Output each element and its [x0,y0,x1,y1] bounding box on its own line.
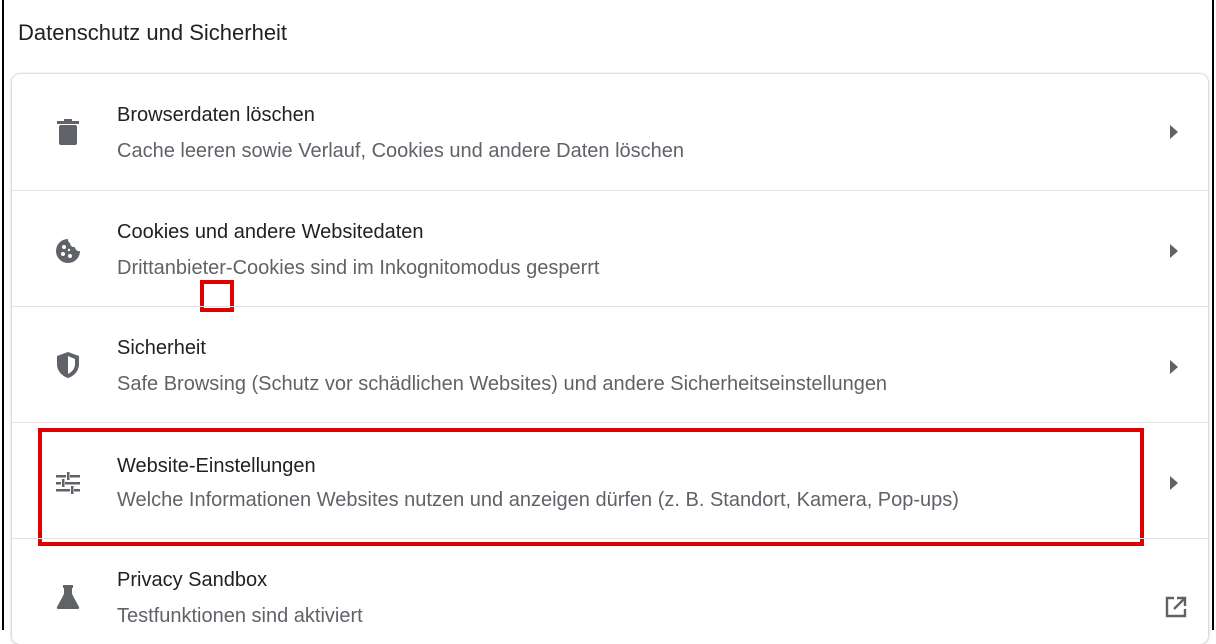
cookie-icon [54,237,82,265]
row-subtitle: Welche Informationen Websites nutzen und… [117,489,959,511]
row-privacy-sandbox[interactable]: Privacy Sandbox Testfunktionen sind akti… [12,538,1208,631]
external-link-icon[interactable] [1164,595,1188,619]
row-clear-browsing-data[interactable]: Browserdaten löschen Cache leeren sowie … [12,74,1208,190]
row-site-settings[interactable]: Website-Einstellungen Welche Information… [12,422,1208,539]
arrow-right-icon[interactable] [1164,241,1184,261]
arrow-right-icon[interactable] [1164,473,1184,493]
row-subtitle: Testfunktionen sind aktiviert [117,605,363,627]
row-subtitle: Drittanbieter-Cookies sind im Inkognitom… [117,257,600,279]
row-title: Cookies und andere Websitedaten [117,221,424,243]
shield-icon [54,351,82,379]
tune-sliders-icon [54,469,82,497]
row-title: Website-Einstellungen [117,455,316,477]
row-title: Sicherheit [117,337,206,359]
arrow-right-icon[interactable] [1164,357,1184,377]
row-security[interactable]: Sicherheit Safe Browsing (Schutz vor sch… [12,306,1208,423]
arrow-right-icon[interactable] [1164,122,1184,142]
section-title: Datenschutz und Sicherheit [18,20,288,45]
flask-icon [54,583,82,611]
row-title: Privacy Sandbox [117,569,268,591]
trash-icon [54,118,82,146]
row-title: Browserdaten löschen [117,104,315,126]
row-cookies[interactable]: Cookies und andere Websitedaten Drittanb… [12,190,1208,307]
row-subtitle: Cache leeren sowie Verlauf, Cookies und … [117,140,685,162]
row-subtitle: Safe Browsing (Schutz vor schädlichen We… [117,373,888,395]
